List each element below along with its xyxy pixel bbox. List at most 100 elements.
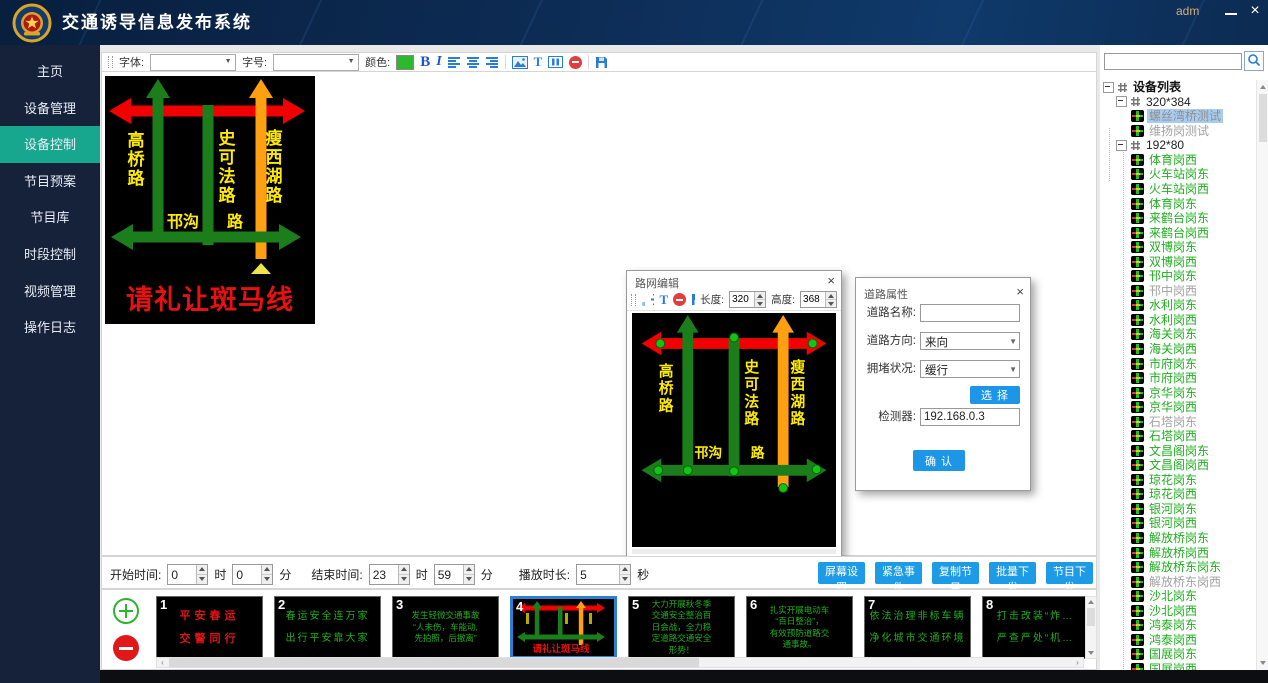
bold-button[interactable]: B xyxy=(420,55,430,69)
duration-stepper[interactable]: 5 xyxy=(576,564,631,585)
road-name-input[interactable] xyxy=(920,304,1020,322)
device-item-银河岗西[interactable]: 银河岗西 xyxy=(1100,516,1199,531)
program-thumbnail-5[interactable]: 5大力开展秋冬季交通安全整治百日会战，全力稳定道路交通安全形势！ xyxy=(628,596,735,659)
add-road-tool-icon[interactable] xyxy=(650,293,654,306)
edit-canvas[interactable]: 高桥路 史可法路 瘦西湖路 邗沟 路 请礼让斑马线 路网编辑 × T 长度: 3… xyxy=(101,72,1097,556)
device-item-来鹤台岗东[interactable]: 来鹤台岗东 xyxy=(1100,211,1211,226)
save-icon[interactable] xyxy=(595,56,608,69)
action-button-节目下发[interactable]: 节目下发 xyxy=(1046,562,1093,584)
device-item-双博岗西[interactable]: 双博岗西 xyxy=(1100,254,1199,269)
action-button-屏幕设置[interactable]: 屏幕设置 xyxy=(818,562,865,584)
end-minute-stepper[interactable]: 59 xyxy=(434,564,475,585)
save-icon[interactable] xyxy=(691,293,695,306)
program-thumbnail-8[interactable]: 8打击改装“炸…严查严处“机… xyxy=(982,596,1089,659)
text-tool-icon[interactable]: T xyxy=(659,292,668,308)
scrollbar-thumb[interactable] xyxy=(169,658,699,667)
device-item-国展岗西[interactable]: 国展岗西 xyxy=(1100,662,1199,670)
device-tree-root[interactable]: 设备列表 xyxy=(1100,80,1183,95)
height-stepper[interactable]: 368 xyxy=(800,291,837,308)
scroll-right-icon[interactable]: › xyxy=(1072,658,1083,667)
align-right-icon[interactable] xyxy=(486,57,499,68)
device-item-京华岗西[interactable]: 京华岗西 xyxy=(1100,400,1199,415)
sidebar-item-节目库[interactable]: 节目库 xyxy=(0,199,100,236)
program-thumbnail-3[interactable]: 3发生轻微交通事故“人未伤，车能动,先拍照，后撤离” xyxy=(392,596,499,659)
color-swatch[interactable] xyxy=(396,55,414,70)
device-item-市府岗东[interactable]: 市府岗东 xyxy=(1100,356,1199,371)
device-item-银河岗东[interactable]: 银河岗东 xyxy=(1100,502,1199,517)
align-center-icon[interactable] xyxy=(467,57,480,68)
align-left-icon[interactable] xyxy=(448,57,461,68)
sidebar-item-视频管理[interactable]: 视频管理 xyxy=(0,273,100,310)
sidebar-item-主页[interactable]: 主页 xyxy=(0,53,100,90)
font-select[interactable]: ▼ xyxy=(150,54,236,71)
device-item-解放桥岗东[interactable]: 解放桥岗东 xyxy=(1100,531,1211,546)
device-item-国展岗东[interactable]: 国展岗东 xyxy=(1100,647,1199,662)
device-item-解放桥东岗东[interactable]: 解放桥东岗东 xyxy=(1100,560,1223,575)
start-hour-stepper[interactable]: 0 xyxy=(167,564,208,585)
sidebar-item-操作日志[interactable]: 操作日志 xyxy=(0,309,100,346)
scrollbar-thumb[interactable] xyxy=(1259,94,1267,142)
fontsize-select[interactable]: ▼ xyxy=(273,54,359,71)
delete-icon[interactable] xyxy=(673,293,686,306)
device-item-双博岗东[interactable]: 双博岗东 xyxy=(1100,240,1199,255)
device-item-琼花岗东[interactable]: 琼花岗东 xyxy=(1100,473,1199,488)
text-tool-icon[interactable]: T xyxy=(534,54,543,70)
device-item-螺丝湾桥测试[interactable]: 螺丝湾桥测试 xyxy=(1100,109,1223,124)
action-button-复制节目[interactable]: 复制节目 xyxy=(932,562,979,584)
device-item-海关岗东[interactable]: 海关岗东 xyxy=(1100,327,1199,342)
device-item-市府岗西[interactable]: 市府岗西 xyxy=(1100,371,1199,386)
editor-hscrollbar[interactable] xyxy=(632,549,836,554)
device-item-火车站岗西[interactable]: 火车站岗西 xyxy=(1100,182,1211,197)
end-hour-stepper[interactable]: 23 xyxy=(369,564,410,585)
device-item-石塔岗西[interactable]: 石塔岗西 xyxy=(1100,429,1199,444)
delete-icon[interactable] xyxy=(569,56,582,69)
device-item-维扬岗测试[interactable]: 维扬岗测试 xyxy=(1100,124,1211,139)
device-item-琼花岗西[interactable]: 琼花岗西 xyxy=(1100,487,1199,502)
device-item-邗中岗东[interactable]: 邗中岗东 xyxy=(1100,269,1199,284)
device-item-石塔岗东[interactable]: 石塔岗东 xyxy=(1100,414,1199,429)
program-thumbnail-4[interactable]: 4请礼让斑马线 xyxy=(510,596,617,659)
sidebar-item-设备管理[interactable]: 设备管理 xyxy=(0,90,100,127)
collapse-icon[interactable] xyxy=(1116,96,1127,107)
search-button[interactable] xyxy=(1244,51,1264,71)
scroll-up-icon[interactable] xyxy=(1086,597,1096,607)
device-item-沙北岗东[interactable]: 沙北岗东 xyxy=(1100,589,1199,604)
device-item-文昌阁岗西[interactable]: 文昌阁岗西 xyxy=(1100,458,1211,473)
marquee-tool-icon[interactable] xyxy=(548,56,563,68)
device-item-文昌阁岗东[interactable]: 文昌阁岗东 xyxy=(1100,444,1211,459)
device-item-水利岗东[interactable]: 水利岗东 xyxy=(1100,298,1199,313)
device-item-解放桥东岗西[interactable]: 解放桥东岗西 xyxy=(1100,574,1223,589)
detector-input[interactable] xyxy=(920,408,1020,426)
program-thumbnail-6[interactable]: 6扎实开展电动车“百日整治”，有效预防道路交通事故。 xyxy=(746,596,853,659)
sidebar-item-设备控制[interactable]: 设备控制 xyxy=(0,126,100,163)
device-item-鸿泰岗西[interactable]: 鸿泰岗西 xyxy=(1100,633,1199,648)
length-stepper[interactable]: 320 xyxy=(729,291,766,308)
italic-button[interactable]: I xyxy=(436,54,441,70)
congestion-select[interactable]: 缓行▼ xyxy=(920,360,1020,378)
add-program-button[interactable] xyxy=(113,598,139,624)
scroll-down-icon[interactable] xyxy=(1086,648,1096,658)
action-button-紧急事件[interactable]: 紧急事件 xyxy=(875,562,922,584)
remove-program-button[interactable] xyxy=(113,635,139,661)
minimize-icon[interactable] xyxy=(1222,4,1240,20)
device-group-192*80[interactable]: 192*80 xyxy=(1100,138,1186,153)
confirm-button[interactable]: 确 认 xyxy=(913,450,965,471)
tree-scrollbar[interactable] xyxy=(1256,80,1268,670)
playlist-hscrollbar[interactable]: ‹ › xyxy=(156,657,1084,668)
device-item-解放桥岗西[interactable]: 解放桥岗西 xyxy=(1100,545,1211,560)
playlist-vscrollbar[interactable] xyxy=(1085,596,1097,659)
close-icon[interactable]: × xyxy=(1246,2,1264,20)
device-item-火车站岗东[interactable]: 火车站岗东 xyxy=(1100,167,1211,182)
action-button-批量下发[interactable]: 批量下发 xyxy=(989,562,1036,584)
device-item-来鹤台岗西[interactable]: 来鹤台岗西 xyxy=(1100,225,1211,240)
scroll-left-icon[interactable]: ‹ xyxy=(157,658,168,667)
insert-image-icon[interactable] xyxy=(512,56,528,69)
device-item-水利岗西[interactable]: 水利岗西 xyxy=(1100,313,1199,328)
scrollbar-thumb[interactable] xyxy=(1087,608,1095,626)
device-item-京华岗东[interactable]: 京华岗东 xyxy=(1100,385,1199,400)
sidebar-item-时段控制[interactable]: 时段控制 xyxy=(0,236,100,273)
device-item-海关岗西[interactable]: 海关岗西 xyxy=(1100,342,1199,357)
road-direction-select[interactable]: 来向▼ xyxy=(920,332,1020,350)
close-icon[interactable]: × xyxy=(1016,284,1024,299)
scroll-down-icon[interactable] xyxy=(1258,658,1268,668)
